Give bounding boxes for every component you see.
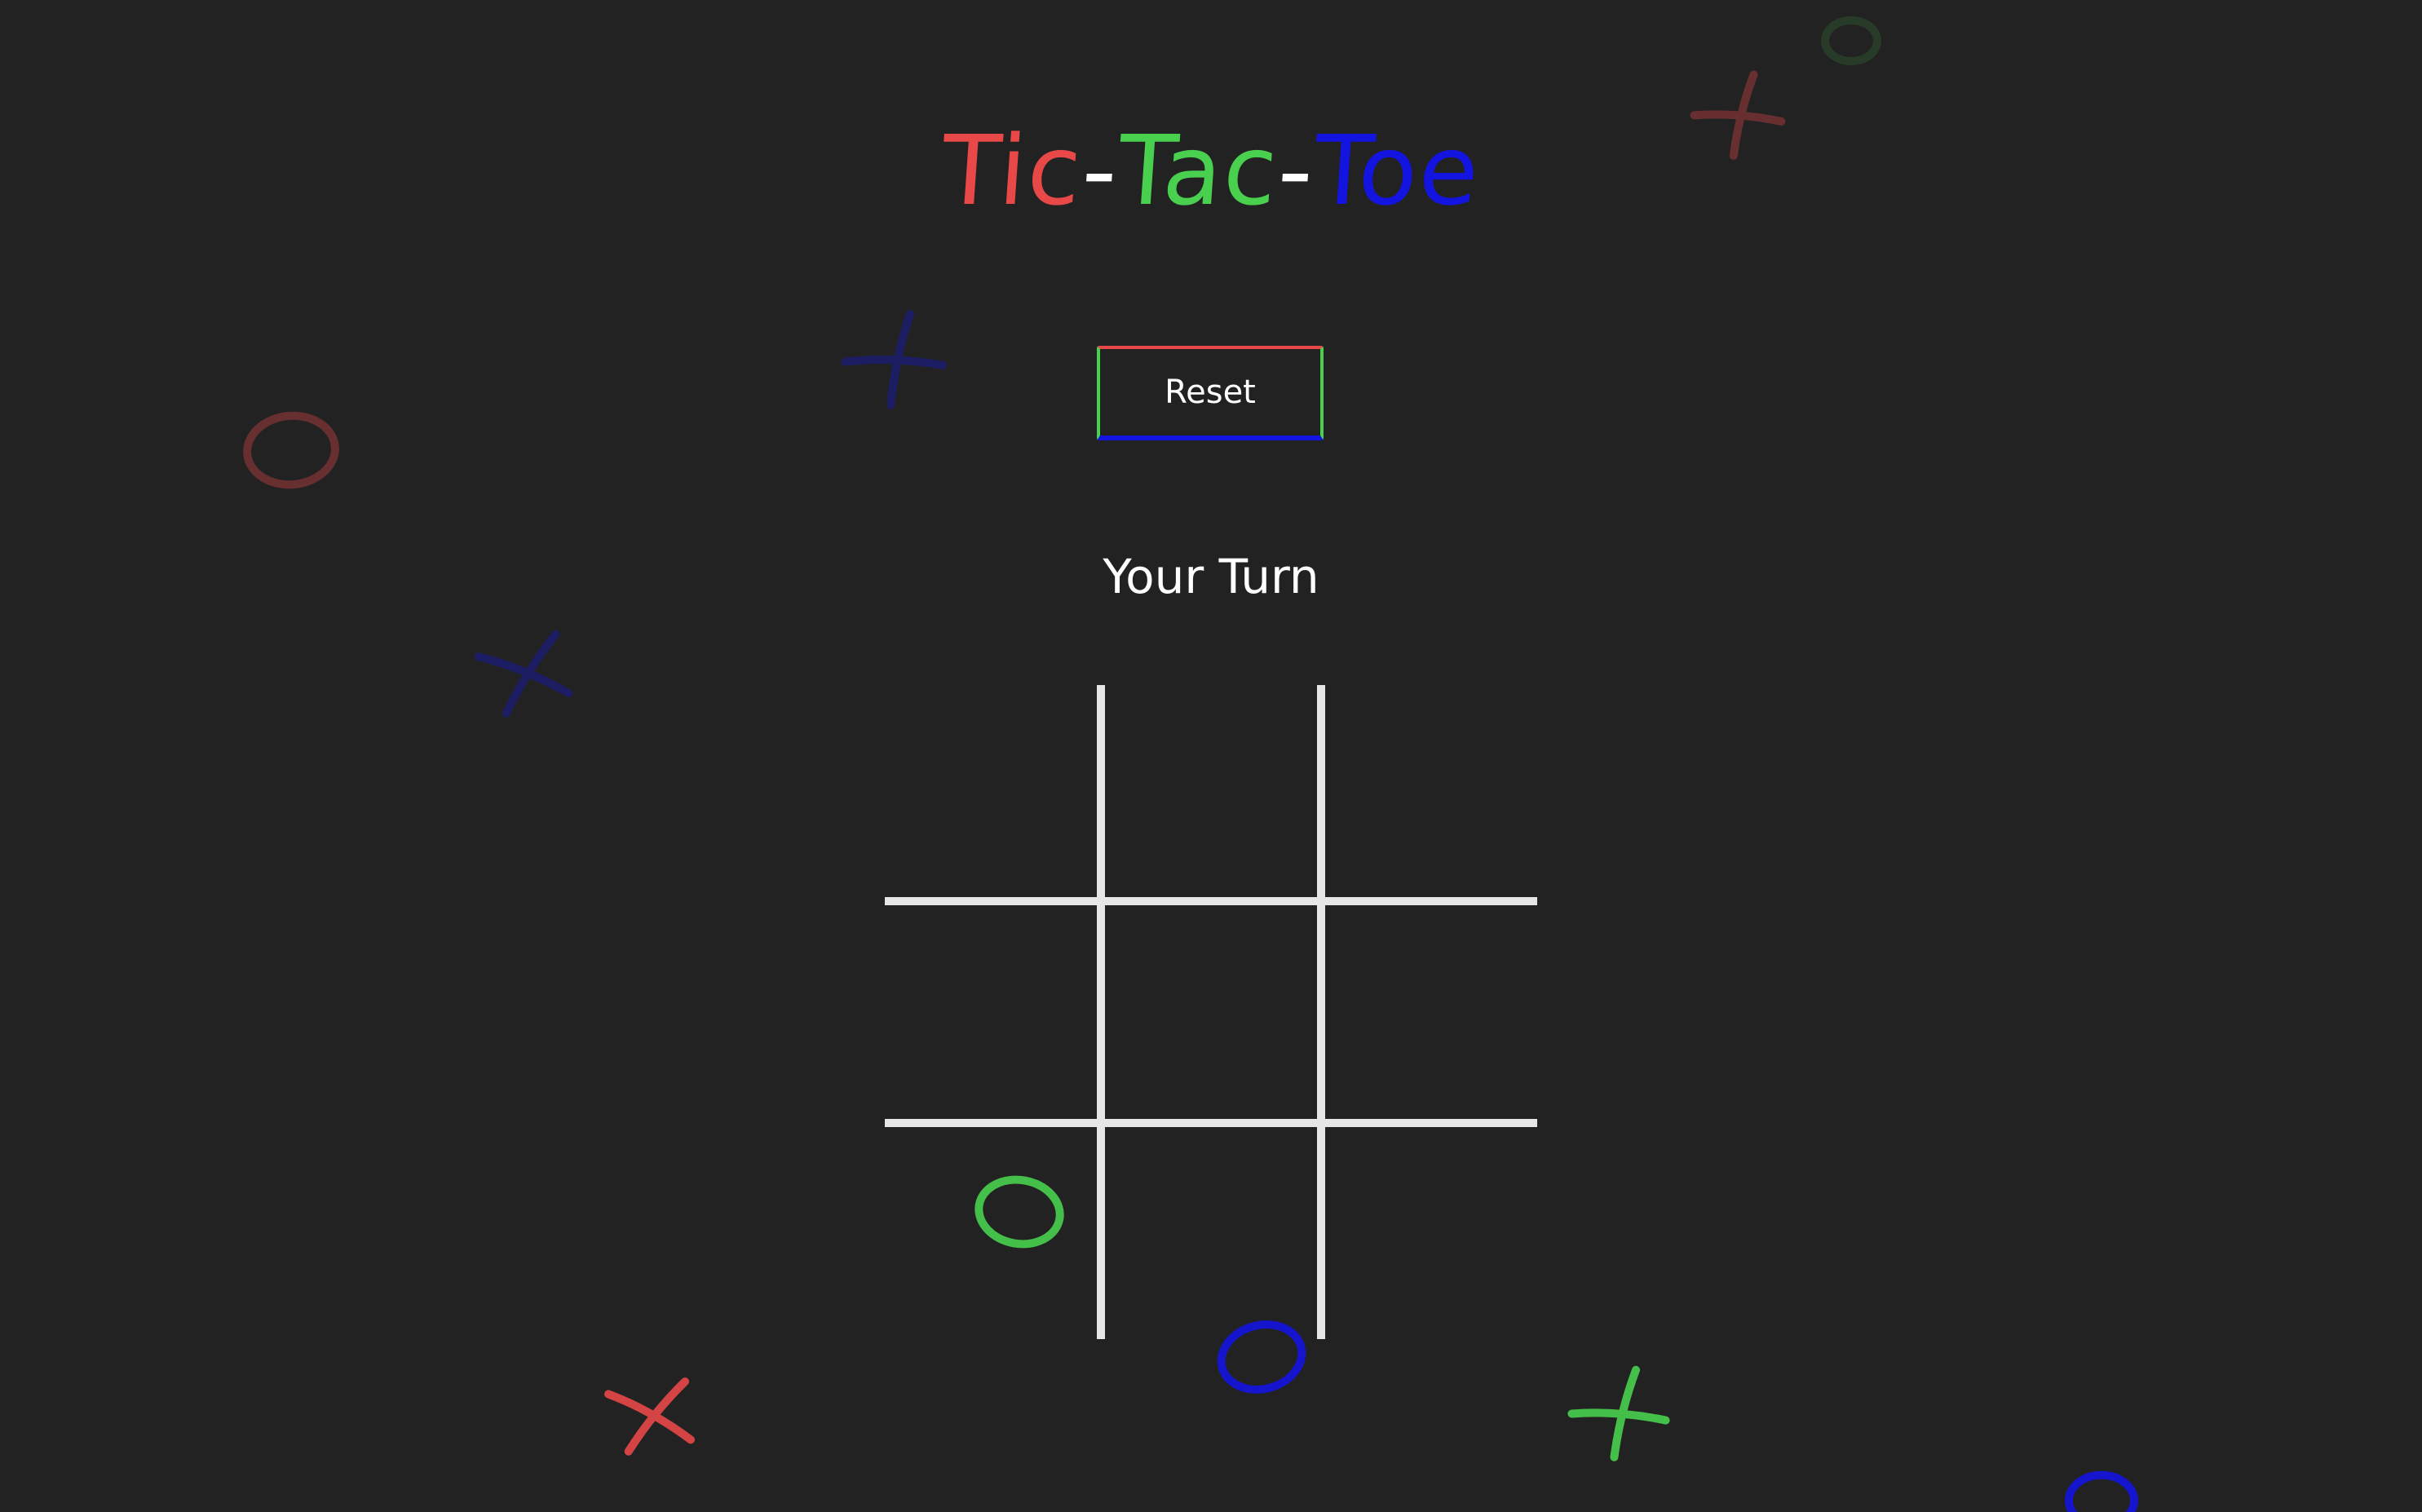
bg-x-mark-icon — [474, 630, 573, 718]
bg-o-mark-icon — [1821, 16, 1881, 65]
title-tac: Tac — [1114, 114, 1283, 227]
board-cell-7[interactable] — [885, 1124, 1102, 1339]
title-toe: Toe — [1310, 114, 1484, 227]
title-tic: Tic — [938, 114, 1087, 227]
board-cell-4[interactable] — [885, 904, 1102, 1124]
board-cell-2[interactable] — [1102, 685, 1324, 904]
bg-x-mark-icon — [604, 1377, 696, 1456]
bg-o-mark-icon — [243, 411, 339, 489]
game-board — [885, 685, 1537, 1339]
bg-x-mark-icon — [841, 310, 947, 409]
game-title: Tic-Tac-Toe — [0, 114, 2422, 227]
board-cell-3[interactable] — [1324, 685, 1537, 904]
reset-button[interactable]: Reset — [1097, 346, 1324, 440]
board-cell-1[interactable] — [885, 685, 1102, 904]
board-cell-5[interactable] — [1102, 904, 1324, 1124]
game-screen: Tic-Tac-Toe Reset Your Turn — [0, 0, 2422, 1512]
board-cell-8[interactable] — [1102, 1124, 1324, 1339]
turn-status: Your Turn — [1103, 549, 1319, 604]
bg-x-mark-icon — [1567, 1365, 1670, 1461]
board-cell-6[interactable] — [1324, 904, 1537, 1124]
board-cell-9[interactable] — [1324, 1124, 1537, 1339]
bg-o-mark-icon — [2065, 1470, 2138, 1512]
